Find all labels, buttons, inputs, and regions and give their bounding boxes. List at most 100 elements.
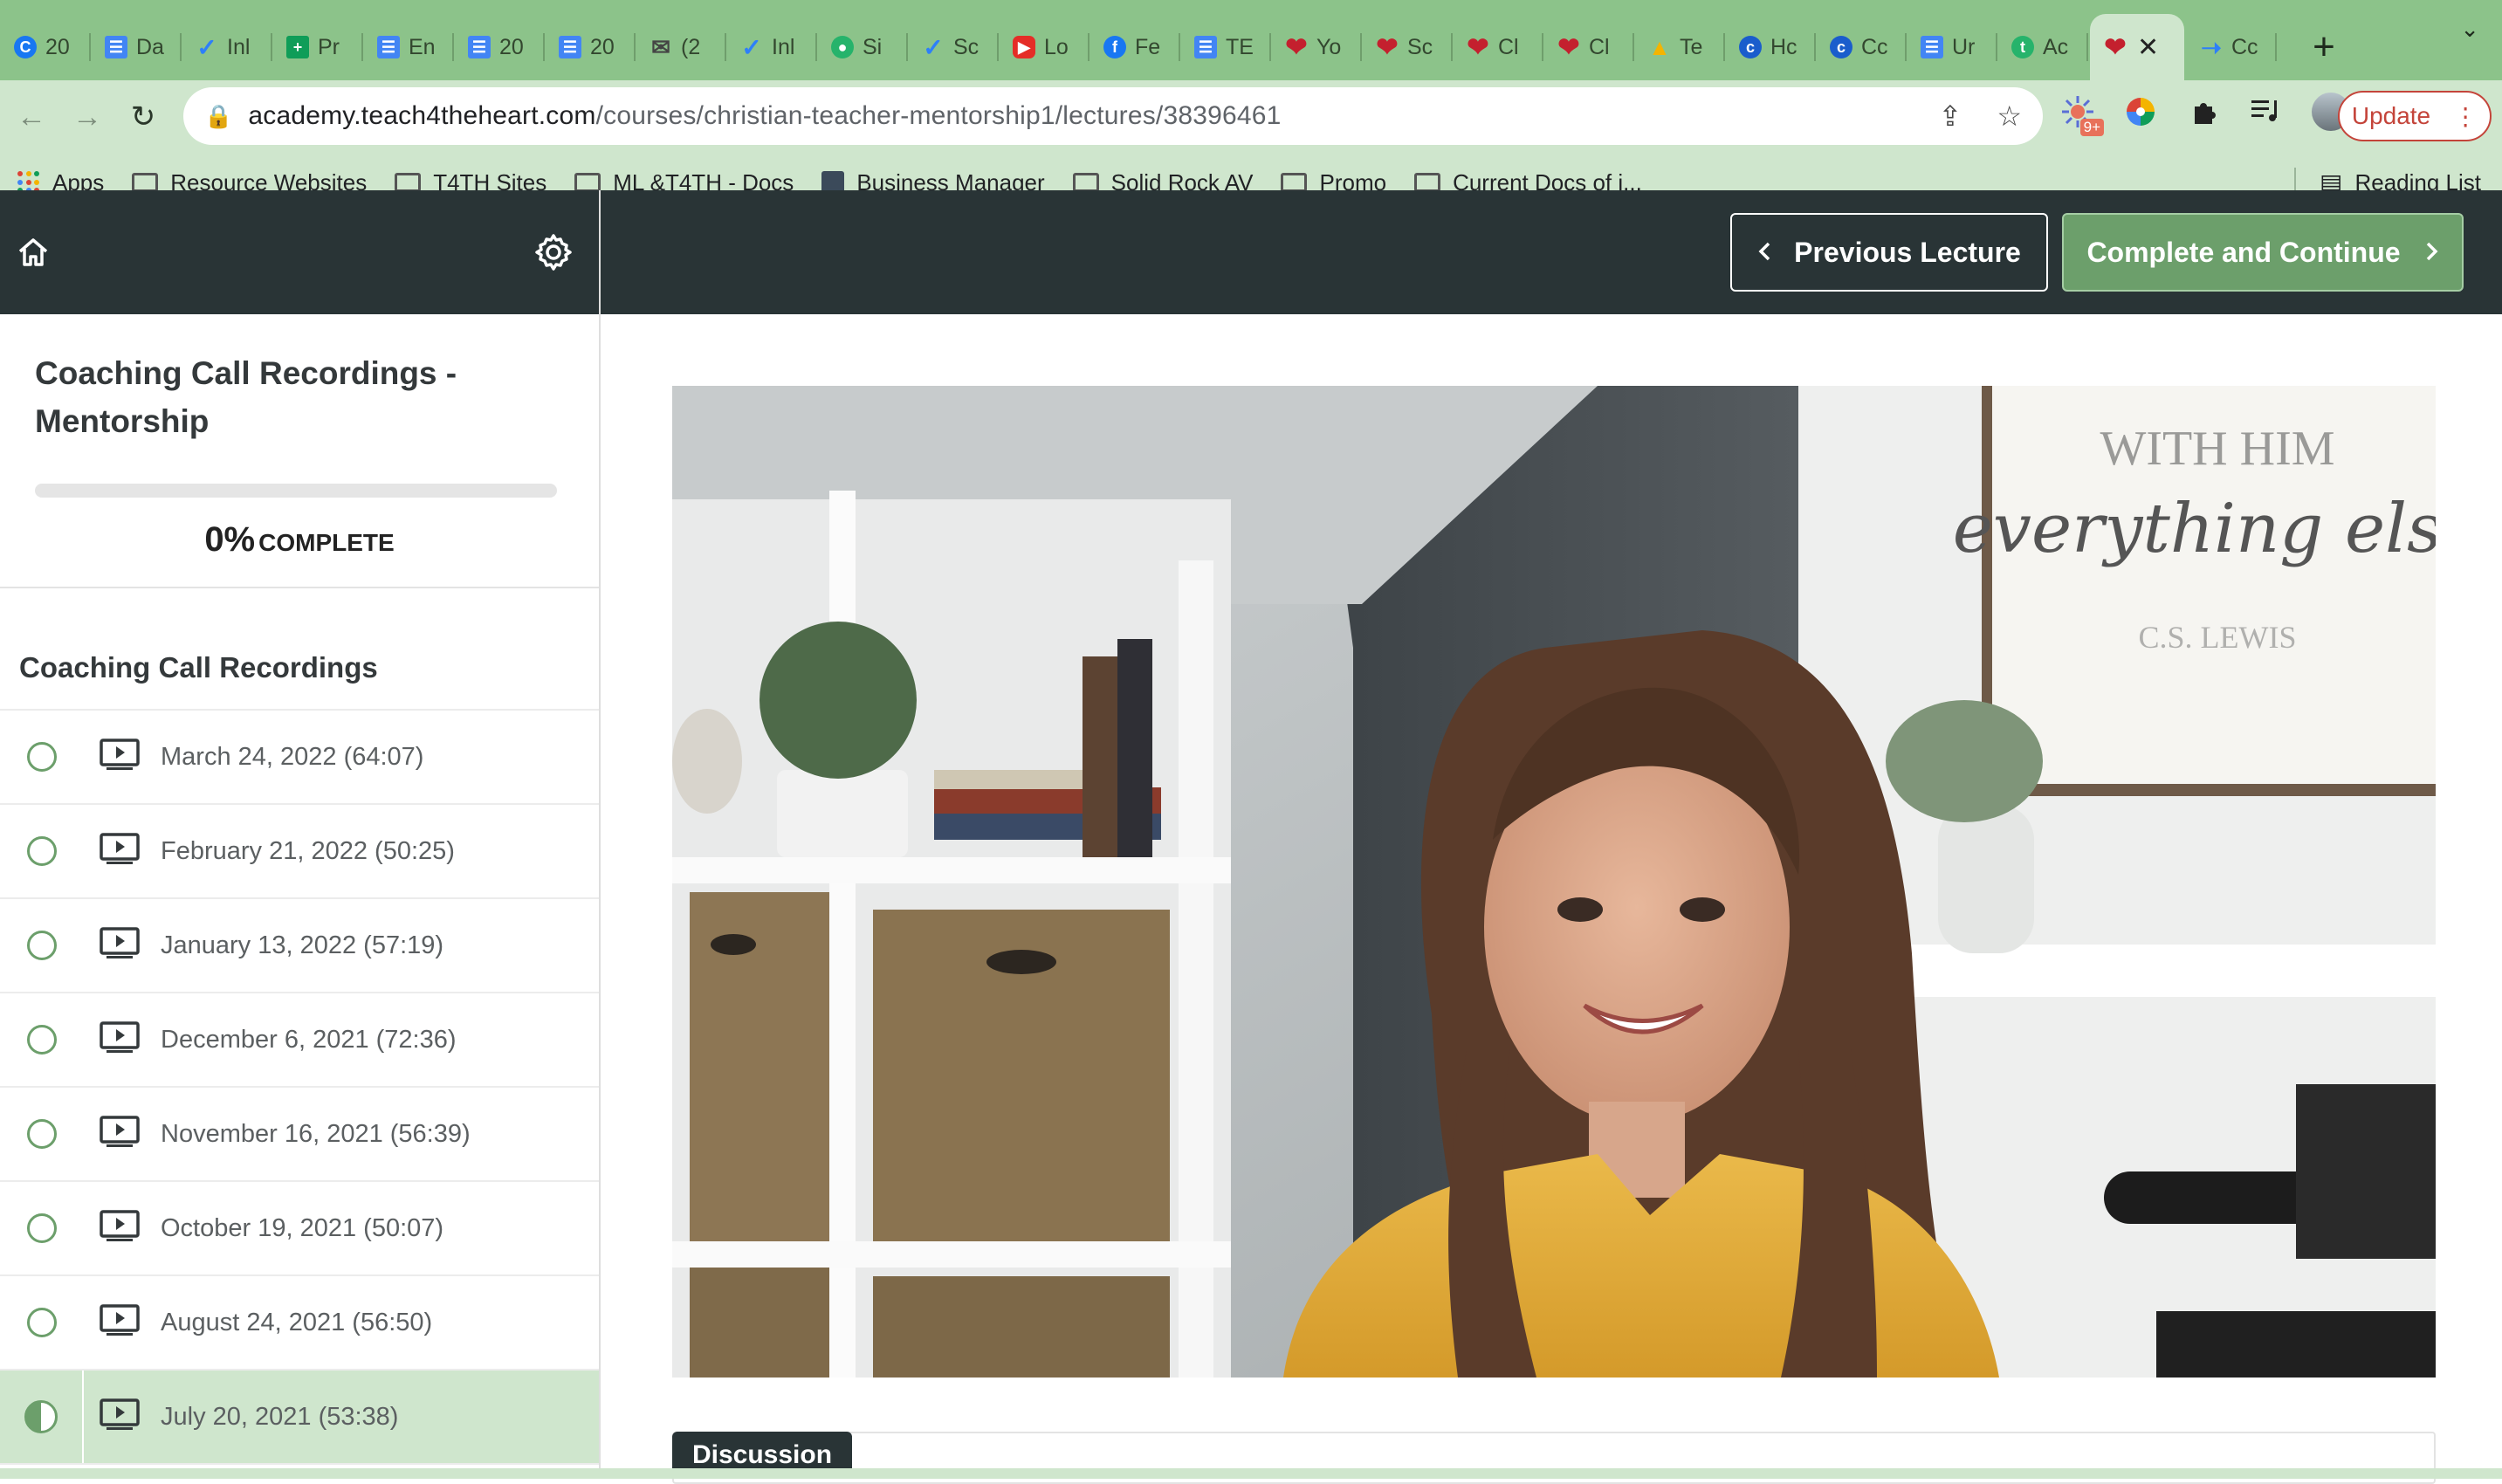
course-sidebar: Coaching Call Recordings - Mentorship 0%… bbox=[0, 190, 601, 1479]
browser-tab[interactable]: t Ac bbox=[1997, 14, 2088, 80]
video-play-icon bbox=[100, 926, 140, 965]
reload-icon[interactable]: ↻ bbox=[119, 93, 168, 141]
browser-tab[interactable]: ✓ Sc bbox=[908, 14, 999, 80]
empty-circle-icon bbox=[27, 1025, 57, 1055]
url-text[interactable]: academy.teach4theheart.com/courses/chris… bbox=[248, 101, 1281, 131]
tab-title: 20 bbox=[499, 34, 524, 59]
heart-icon: ❤ bbox=[1285, 32, 1308, 62]
browser-tab[interactable]: f Fe bbox=[1089, 14, 1180, 80]
tab-title: Yo bbox=[1316, 34, 1342, 59]
tab-title: Lo bbox=[1044, 34, 1069, 59]
lecture-title: October 19, 2021 (50:07) bbox=[161, 1213, 444, 1242]
browser-tab[interactable]: ☰ En bbox=[363, 14, 454, 80]
video-play-icon bbox=[100, 1303, 140, 1342]
share-icon[interactable]: ⇪ bbox=[1939, 100, 1962, 133]
browser-tab[interactable]: ▶ Lo bbox=[999, 14, 1089, 80]
lecture-status bbox=[0, 899, 84, 992]
video-play-icon bbox=[100, 832, 140, 870]
gear-icon[interactable] bbox=[534, 233, 573, 271]
tab-title: Ur bbox=[1952, 34, 1976, 59]
browser-tab[interactable]: ✉ (2 bbox=[636, 14, 726, 80]
lock-icon[interactable]: 🔒 bbox=[204, 103, 232, 130]
lecture-item[interactable]: December 6, 2021 (72:36) bbox=[0, 993, 599, 1088]
tab-title: Da bbox=[136, 34, 164, 59]
browser-tab[interactable]: ▲ Te bbox=[1634, 14, 1725, 80]
half-circle-icon bbox=[24, 1400, 58, 1433]
close-tab-icon[interactable]: ✕ bbox=[2137, 32, 2159, 63]
browser-tab[interactable]: c Hc bbox=[1725, 14, 1816, 80]
browser-tab[interactable]: ❤ Cl bbox=[1543, 14, 1634, 80]
lecture-status bbox=[0, 1276, 84, 1369]
color-wheel-icon[interactable] bbox=[2123, 94, 2158, 129]
lecture-item[interactable]: July 20, 2021 (53:38) bbox=[0, 1371, 599, 1465]
video-play-icon bbox=[100, 1020, 140, 1059]
tab-title: Cl bbox=[1498, 34, 1519, 59]
progress-label: COMPLETE bbox=[258, 529, 395, 556]
browser-tab[interactable]: ❤ ✕ bbox=[2090, 14, 2184, 80]
lecture-item[interactable]: November 16, 2021 (56:39) bbox=[0, 1088, 599, 1182]
browser-tab[interactable]: + Pr bbox=[272, 14, 363, 80]
empty-circle-icon bbox=[27, 742, 57, 772]
heart-icon: ❤ bbox=[1467, 32, 1489, 62]
doc-icon: ☰ bbox=[559, 36, 581, 58]
course-title: Coaching Call Recordings - Mentorship bbox=[35, 355, 457, 439]
tab-title: Si bbox=[863, 34, 883, 59]
blue-check-icon: ✓ bbox=[196, 33, 217, 61]
tab-title: Cl bbox=[1589, 34, 1610, 59]
browser-tab[interactable]: ☰ Da bbox=[91, 14, 182, 80]
kebab-menu-icon[interactable]: ⋮ bbox=[2453, 102, 2478, 131]
lecture-item[interactable]: August 24, 2021 (56:50) bbox=[0, 1276, 599, 1371]
blue-wing-icon: ➝ bbox=[2201, 33, 2222, 61]
browser-tab[interactable]: ☰ TE bbox=[1180, 14, 1271, 80]
lecture-video-player[interactable]: WITH HIM everything else C.S. LEWIS bbox=[672, 386, 2436, 1378]
blue-check-icon: ✓ bbox=[741, 33, 762, 61]
browser-tab[interactable]: c Cc bbox=[1816, 14, 1907, 80]
tab-title: Ac bbox=[2043, 34, 2069, 59]
browser-tab[interactable]: ● Si bbox=[817, 14, 908, 80]
lecture-status bbox=[0, 1088, 84, 1180]
lecture-item[interactable]: October 19, 2021 (50:07) bbox=[0, 1182, 599, 1276]
lecture-item[interactable]: January 13, 2022 (57:19) bbox=[0, 899, 599, 993]
browser-tab[interactable]: ❤ Cl bbox=[1453, 14, 1543, 80]
doc-icon: ☰ bbox=[377, 36, 400, 58]
update-button[interactable]: Update ⋮ bbox=[2338, 91, 2492, 141]
video-play-icon bbox=[100, 738, 140, 776]
chevron-left-icon bbox=[1757, 237, 1771, 269]
browser-tab[interactable]: ☰ 20 bbox=[545, 14, 636, 80]
previous-lecture-button[interactable]: Previous Lecture bbox=[1730, 213, 2048, 292]
media-queue-icon[interactable] bbox=[2249, 94, 2284, 129]
lecture-status bbox=[0, 805, 84, 897]
browser-tab[interactable]: C 20 bbox=[0, 14, 91, 80]
lecture-title: December 6, 2021 (72:36) bbox=[161, 1025, 457, 1054]
address-bar[interactable]: 🔒 academy.teach4theheart.com/courses/chr… bbox=[183, 87, 2043, 145]
tab-search-chevron-icon[interactable]: ⌄ bbox=[2460, 16, 2479, 43]
extension-burst-icon[interactable]: 9+ bbox=[2060, 94, 2104, 136]
forward-icon[interactable]: → bbox=[63, 93, 112, 141]
lecture-item[interactable]: February 21, 2022 (50:25) bbox=[0, 805, 599, 899]
browser-tab[interactable]: ❤ Yo bbox=[1271, 14, 1362, 80]
update-label: Update bbox=[2351, 102, 2431, 129]
tab-title: Fe bbox=[1135, 34, 1161, 59]
tab-title: Hc bbox=[1770, 34, 1797, 59]
browser-tab[interactable]: ✓ Inl bbox=[182, 14, 272, 80]
video-play-icon bbox=[100, 1115, 140, 1153]
back-icon[interactable]: ← bbox=[7, 93, 56, 141]
new-tab-icon[interactable]: + bbox=[2298, 14, 2350, 80]
lecture-item[interactable]: March 24, 2022 (64:07) bbox=[0, 711, 599, 805]
browser-toolbar: ← → ↻ 🔒 academy.teach4theheart.com/cours… bbox=[0, 80, 2502, 154]
browser-tab[interactable]: ☰ 20 bbox=[454, 14, 545, 80]
lecture-topbar: Previous Lecture Complete and Continue bbox=[601, 190, 2502, 314]
browser-tab[interactable]: ➝ Cc bbox=[2186, 14, 2277, 80]
complete-and-continue-button[interactable]: Complete and Continue bbox=[2062, 213, 2464, 292]
drive-icon: ▲ bbox=[1648, 33, 1671, 60]
puzzle-extensions-icon[interactable] bbox=[2186, 94, 2221, 129]
browser-tab[interactable]: ❤ Sc bbox=[1362, 14, 1453, 80]
home-icon[interactable] bbox=[16, 235, 51, 270]
bookmark-star-icon[interactable]: ☆ bbox=[1997, 100, 2022, 133]
empty-circle-icon bbox=[27, 1308, 57, 1337]
browser-tab[interactable]: ✓ Inl bbox=[726, 14, 817, 80]
url-domain: academy.teach4theheart.com bbox=[248, 101, 596, 130]
browser-tab[interactable]: ☰ Ur bbox=[1907, 14, 1997, 80]
mail-icon: ✉ bbox=[651, 33, 670, 60]
tab-title: Inl bbox=[772, 34, 795, 59]
